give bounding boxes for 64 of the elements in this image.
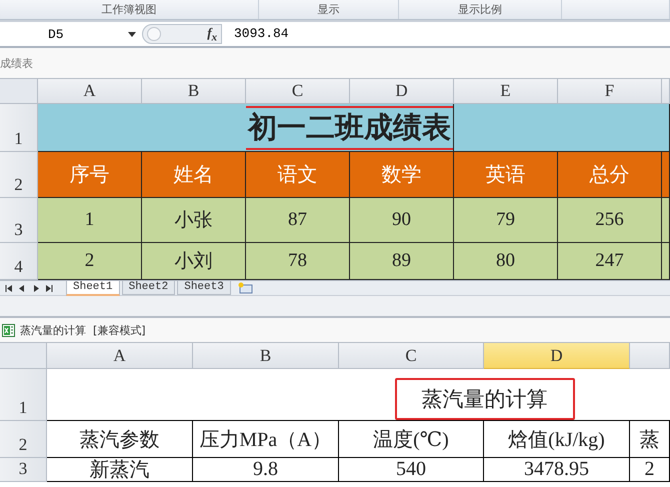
column-header[interactable]: D [484, 343, 630, 369]
table-cell: 256 [558, 198, 662, 243]
row-header[interactable]: 1 [0, 369, 47, 421]
table-cell: 数学 [350, 152, 454, 198]
column-header[interactable]: B [193, 343, 339, 369]
formula-field[interactable]: 3093.84 [222, 23, 670, 45]
ribbon-group-label: 显示 [318, 2, 340, 17]
column-header[interactable]: E [454, 79, 558, 104]
table-cell: 温度(℃) [339, 421, 484, 458]
column-header[interactable]: C [246, 79, 350, 104]
ribbon-group-label: 显示比例 [458, 2, 502, 17]
table-cell: 语文 [246, 152, 350, 198]
table-cell: 79 [454, 198, 558, 243]
row-header[interactable]: 4 [0, 243, 38, 280]
table-cell: 总分 [558, 152, 662, 198]
table-cell: 焓值(kJ/kg) [484, 421, 630, 458]
row-header[interactable]: 3 [0, 458, 47, 482]
sheet-tab[interactable]: Sheet3 [177, 281, 231, 295]
row-header[interactable]: 2 [0, 152, 38, 198]
table-cell: 压力MPa（A） [193, 421, 339, 458]
table-cell: 9.8 [193, 458, 339, 482]
table-cell: 2 [38, 243, 142, 280]
table-cell: 1 [38, 198, 142, 243]
table-cell: 蒸汽参数 [47, 421, 193, 458]
column-header[interactable]: F [558, 79, 662, 104]
select-all-corner[interactable] [0, 79, 38, 104]
table-cell: 87 [246, 198, 350, 243]
table-cell: 蒸 [630, 421, 670, 458]
table-cell: 英语 [454, 152, 558, 198]
table-cell: 90 [350, 198, 454, 243]
column-header[interactable] [662, 79, 670, 104]
window-title: 蒸汽量的计算 [20, 322, 86, 338]
sheet-tab[interactable]: Sheet2 [122, 281, 176, 295]
select-all-corner[interactable] [0, 343, 47, 369]
table-cell: 3478.95 [484, 458, 630, 482]
table-cell: 89 [350, 243, 454, 280]
table-cell: 小刘 [142, 243, 246, 280]
ribbon-group-label: 工作簿视图 [102, 2, 156, 17]
column-header[interactable]: C [339, 343, 484, 369]
column-header[interactable]: A [38, 79, 142, 104]
column-header[interactable]: A [47, 343, 193, 369]
table-cell: 540 [339, 458, 484, 482]
table-cell: 小张 [142, 198, 246, 243]
sheet-tab[interactable]: Sheet1 [66, 280, 120, 296]
table-cell: 序号 [38, 152, 142, 198]
highlighted-title: 蒸汽量的计算 [394, 378, 574, 420]
caret-icon [128, 32, 136, 36]
row-header[interactable]: 2 [0, 421, 47, 458]
table-cell: 80 [454, 243, 558, 280]
knob-icon [147, 27, 161, 41]
table-cell: 247 [558, 243, 662, 280]
table-cell: 新蒸汽 [47, 458, 193, 482]
mode-label: [兼容模式] [93, 322, 146, 338]
row-header[interactable]: 3 [0, 198, 38, 243]
table-cell: 78 [246, 243, 350, 280]
function-button[interactable]: f$_{x}$ [207, 24, 217, 44]
column-header[interactable]: B [142, 79, 246, 104]
window-title: 成绩表 [0, 56, 33, 70]
column-header[interactable]: D [350, 79, 454, 104]
table-cell: 2 [630, 458, 670, 482]
column-header[interactable] [630, 343, 670, 369]
row-header[interactable]: 1 [0, 104, 38, 152]
name-box[interactable]: D5 [0, 23, 142, 45]
table-cell: 姓名 [142, 152, 246, 198]
